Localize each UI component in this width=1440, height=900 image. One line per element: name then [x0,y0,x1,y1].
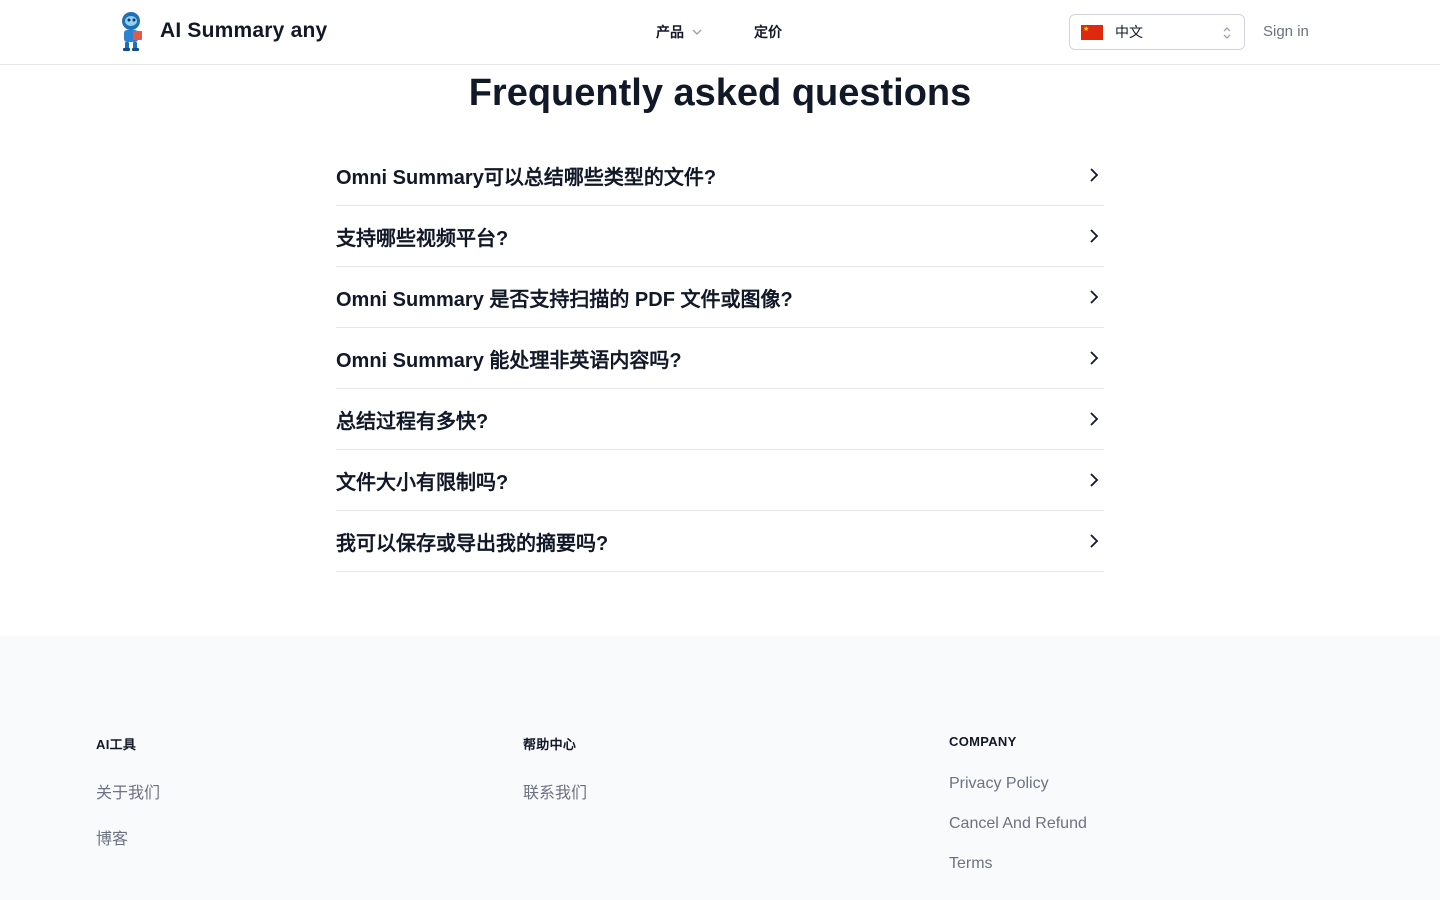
chevron-right-icon [1090,168,1099,182]
nav-pricing[interactable]: 定价 [754,22,782,42]
faq-item[interactable]: 总结过程有多快? [336,389,1104,450]
footer-link-refund[interactable]: Cancel And Refund [949,815,1087,833]
faq-question: 我可以保存或导出我的摘要吗? [336,532,609,555]
faq-question: Omni Summary 能处理非英语内容吗? [336,349,682,372]
chevron-right-icon [1090,473,1099,487]
faq-question: 文件大小有限制吗? [336,471,509,494]
chevron-right-icon [1090,412,1099,426]
faq-question: 总结过程有多快? [336,410,489,433]
chevron-right-icon [1090,351,1099,365]
language-select[interactable]: ★ 中文 [1069,14,1245,50]
faq-item[interactable]: Omni Summary 是否支持扫描的 PDF 文件或图像? [336,267,1104,328]
nav-products-label: 产品 [656,24,684,40]
faq-question: Omni Summary可以总结哪些类型的文件? [336,166,717,189]
chevron-right-icon [1090,290,1099,304]
language-selected: 中文 [1115,24,1143,40]
footer-column-ai-tools: AI工具 关于我们 博客 [96,734,160,849]
logo-link[interactable]: AI Summary any [114,10,327,52]
faq-item[interactable]: 支持哪些视频平台? [336,206,1104,267]
footer-link-about[interactable]: 关于我们 [96,779,160,803]
footer-link-contact[interactable]: 联系我们 [523,779,587,803]
faq-item[interactable]: Omni Summary 能处理非英语内容吗? [336,328,1104,389]
chevron-down-icon [692,29,702,35]
sign-in-link[interactable]: Sign in [1263,23,1309,40]
faq-item[interactable]: 文件大小有限制吗? [336,450,1104,511]
site-header: AI Summary any 产品 定价 ★ 中文 Sign in [0,0,1440,65]
chevron-right-icon [1090,229,1099,243]
faq-list: Omni Summary可以总结哪些类型的文件? 支持哪些视频平台? Omni … [336,145,1104,572]
site-footer: AI工具 关于我们 博客 帮助中心 联系我们 COMPANY Privacy P… [0,636,1440,900]
faq-question: 支持哪些视频平台? [336,227,509,250]
robot-logo-icon [114,10,148,52]
footer-column-help: 帮助中心 联系我们 [523,734,587,803]
footer-link-privacy[interactable]: Privacy Policy [949,775,1087,793]
footer-heading: COMPANY [949,734,1017,749]
footer-column-company: COMPANY Privacy Policy Cancel And Refund… [949,734,1087,873]
china-flag-icon: ★ [1081,24,1103,40]
chevron-right-icon [1090,534,1099,548]
logo-text: AI Summary any [160,19,328,42]
nav-products[interactable]: 产品 [656,22,702,42]
faq-question: Omni Summary 是否支持扫描的 PDF 文件或图像? [336,288,793,311]
footer-link-blog[interactable]: 博客 [96,825,160,849]
nav-pricing-label: 定价 [754,24,782,40]
faq-item[interactable]: 我可以保存或导出我的摘要吗? [336,511,1104,572]
chevron-up-down-icon [1223,27,1231,39]
main-nav: 产品 定价 [656,22,782,42]
faq-item[interactable]: Omni Summary可以总结哪些类型的文件? [336,145,1104,206]
footer-heading: 帮助中心 [523,737,577,752]
footer-heading: AI工具 [96,737,137,752]
faq-title: Frequently asked questions [468,72,972,114]
footer-link-terms[interactable]: Terms [949,855,1087,873]
